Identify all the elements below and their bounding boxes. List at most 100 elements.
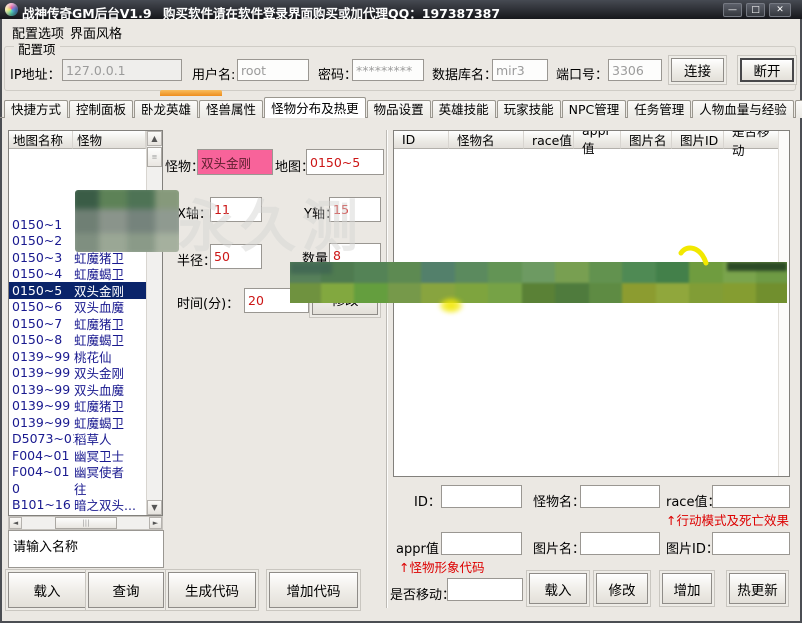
map-name-cell: 0150~2 <box>9 233 74 248</box>
tab-bar: 快捷方式控制面板卧龙英雄怪兽属性怪物分布及热更物品设置英雄技能玩家技能NPC管理… <box>4 97 802 118</box>
tab-10[interactable]: 任务管理 <box>627 100 691 118</box>
table-column-header[interactable]: 是否移动 <box>724 131 781 149</box>
generate-code-button[interactable]: 生成代码 <box>168 572 256 608</box>
list-item[interactable]: 0139~99双头血魔 <box>9 381 146 398</box>
list-item[interactable]: 0139~99虹魔猪卫 <box>9 398 146 415</box>
map-name-cell: 0139~99 <box>9 382 74 397</box>
name-search-input[interactable]: 请输入名称 <box>8 530 164 568</box>
x-axis-input[interactable] <box>210 197 262 222</box>
list-item[interactable]: B101~16暗之双头... <box>9 497 146 514</box>
column-header-monster[interactable]: 怪物 <box>73 131 146 149</box>
map-monster-list-header: 地图名称 怪物 <box>9 131 146 149</box>
scroll-right-arrow[interactable]: ► <box>149 517 162 529</box>
tab-3[interactable]: 卧龙英雄 <box>134 100 198 118</box>
tab-8[interactable]: 玩家技能 <box>497 100 561 118</box>
radius-input[interactable] <box>210 244 262 269</box>
detail-load-button[interactable]: 载入 <box>529 573 587 604</box>
list-item[interactable]: 0150~5双头金刚 <box>9 282 146 299</box>
scroll-thumb[interactable]: ≡ <box>147 147 162 167</box>
detail-add-button[interactable]: 增加 <box>662 573 712 604</box>
tab-12[interactable]: 素材热更 <box>795 100 802 118</box>
tab-7[interactable]: 英雄技能 <box>432 100 496 118</box>
list-item[interactable]: 0150~6双头血魔 <box>9 299 146 316</box>
list-item[interactable]: 0往 <box>9 480 146 497</box>
list-item[interactable]: 0150~8虹魔蝎卫 <box>9 332 146 349</box>
monster-input[interactable] <box>197 149 273 175</box>
port-input[interactable] <box>608 59 662 81</box>
detail-name-input[interactable] <box>580 485 660 508</box>
column-header-map[interactable]: 地图名称 <box>9 131 73 149</box>
list-item[interactable]: B101~17暗之虹魔 <box>9 513 146 515</box>
table-column-header[interactable]: 怪物名 <box>449 131 524 149</box>
load-button[interactable]: 载入 <box>8 572 86 608</box>
tab-1[interactable]: 快捷方式 <box>4 100 68 118</box>
menu-ui-style[interactable]: 界面风格 <box>66 21 126 44</box>
detail-picname-input[interactable] <box>580 532 660 555</box>
hscroll-thumb[interactable]: ||| <box>55 517 117 529</box>
map-name-cell: 0139~99 <box>9 349 74 364</box>
scroll-down-arrow[interactable]: ▼ <box>147 500 162 515</box>
detail-appr-input[interactable] <box>441 532 522 555</box>
map-name-cell: F004~01 <box>9 448 74 463</box>
query-button[interactable]: 查询 <box>88 572 164 608</box>
close-button[interactable]: ✕ <box>769 3 791 17</box>
disconnect-button[interactable]: 断开 <box>740 58 794 82</box>
scroll-up-arrow[interactable]: ▲ <box>147 131 162 146</box>
list-item[interactable]: 0150~7虹魔猪卫 <box>9 315 146 332</box>
map-name-cell: 0139~99 <box>9 365 74 380</box>
tab-4[interactable]: 怪兽属性 <box>199 100 263 118</box>
list-vertical-scrollbar[interactable]: ▲ ≡ ▼ <box>146 131 162 515</box>
table-scrollbar-track[interactable] <box>778 131 789 476</box>
purchase-notice: 购买软件请在软件登录界面购买或加代理QQ：197387387 <box>163 3 500 22</box>
detail-picid-input[interactable] <box>712 532 790 555</box>
connect-button[interactable]: 连接 <box>671 58 724 82</box>
map-name-cell: 0139~99 <box>9 415 74 430</box>
maximize-button[interactable]: □ <box>746 3 765 17</box>
table-column-header[interactable]: 图片名 <box>621 131 672 149</box>
detail-picid-label: 图片ID： <box>666 538 719 557</box>
database-label: 数据库名： <box>432 64 497 83</box>
list-item[interactable]: D5073~01稻草人 <box>9 431 146 448</box>
map-name-cell: 0139~99 <box>9 398 74 413</box>
minimize-button[interactable]: — <box>723 3 742 17</box>
tab-5[interactable]: 怪物分布及热更 <box>264 97 366 118</box>
list-item[interactable]: 0139~99桃花仙 <box>9 348 146 365</box>
list-horizontal-scrollbar[interactable]: ◄ ||| ► <box>8 516 163 530</box>
list-item[interactable]: 0139~99双头金刚 <box>9 365 146 382</box>
scroll-left-arrow[interactable]: ◄ <box>9 517 22 529</box>
tab-highlight-strip <box>160 90 222 96</box>
add-code-button[interactable]: 增加代码 <box>269 572 358 608</box>
tab-11[interactable]: 人物血量与经验 <box>692 100 794 118</box>
table-column-header[interactable]: 图片ID <box>672 131 724 149</box>
list-item[interactable]: 0150~4虹魔蝎卫 <box>9 266 146 283</box>
tab-2[interactable]: 控制面板 <box>69 100 133 118</box>
ip-input[interactable] <box>62 59 182 81</box>
table-column-header[interactable]: race值 <box>524 131 574 149</box>
list-item[interactable]: 0139~99虹魔蝎卫 <box>9 414 146 431</box>
app-window: 战神传奇GM后台V1.9 购买软件请在软件登录界面购买或加代理QQ：197387… <box>0 0 802 623</box>
tab-6[interactable]: 物品设置 <box>367 100 431 118</box>
map-input[interactable] <box>306 149 384 175</box>
detail-picname-label: 图片名： <box>533 538 585 557</box>
map-name-cell: 0150~7 <box>9 316 74 331</box>
username-input[interactable] <box>237 59 309 81</box>
tab-9[interactable]: NPC管理 <box>562 100 627 118</box>
detail-name-label: 怪物名： <box>533 491 585 510</box>
map-name-cell: 0150~8 <box>9 332 74 347</box>
hot-update-button[interactable]: 热更新 <box>729 573 786 604</box>
app-icon <box>5 3 18 16</box>
detail-race-input[interactable] <box>712 485 790 508</box>
list-item[interactable]: F004~01幽冥使者 <box>9 464 146 481</box>
monster-table: ID怪物名race值appr值图片名图片ID是否移动 <box>393 130 790 477</box>
table-column-header[interactable]: appr值 <box>574 131 621 149</box>
detail-modify-button[interactable]: 修改 <box>596 573 648 604</box>
move-input[interactable] <box>447 578 523 601</box>
table-column-header[interactable]: ID <box>394 131 449 149</box>
database-input[interactable] <box>492 59 548 81</box>
password-input[interactable] <box>352 59 424 81</box>
map-name-cell: D5073~01 <box>9 431 74 446</box>
detail-id-input[interactable] <box>441 485 522 508</box>
map-name-cell: 0150~4 <box>9 266 74 281</box>
list-item[interactable]: F004~01幽冥卫士 <box>9 447 146 464</box>
y-axis-input[interactable] <box>329 197 381 222</box>
